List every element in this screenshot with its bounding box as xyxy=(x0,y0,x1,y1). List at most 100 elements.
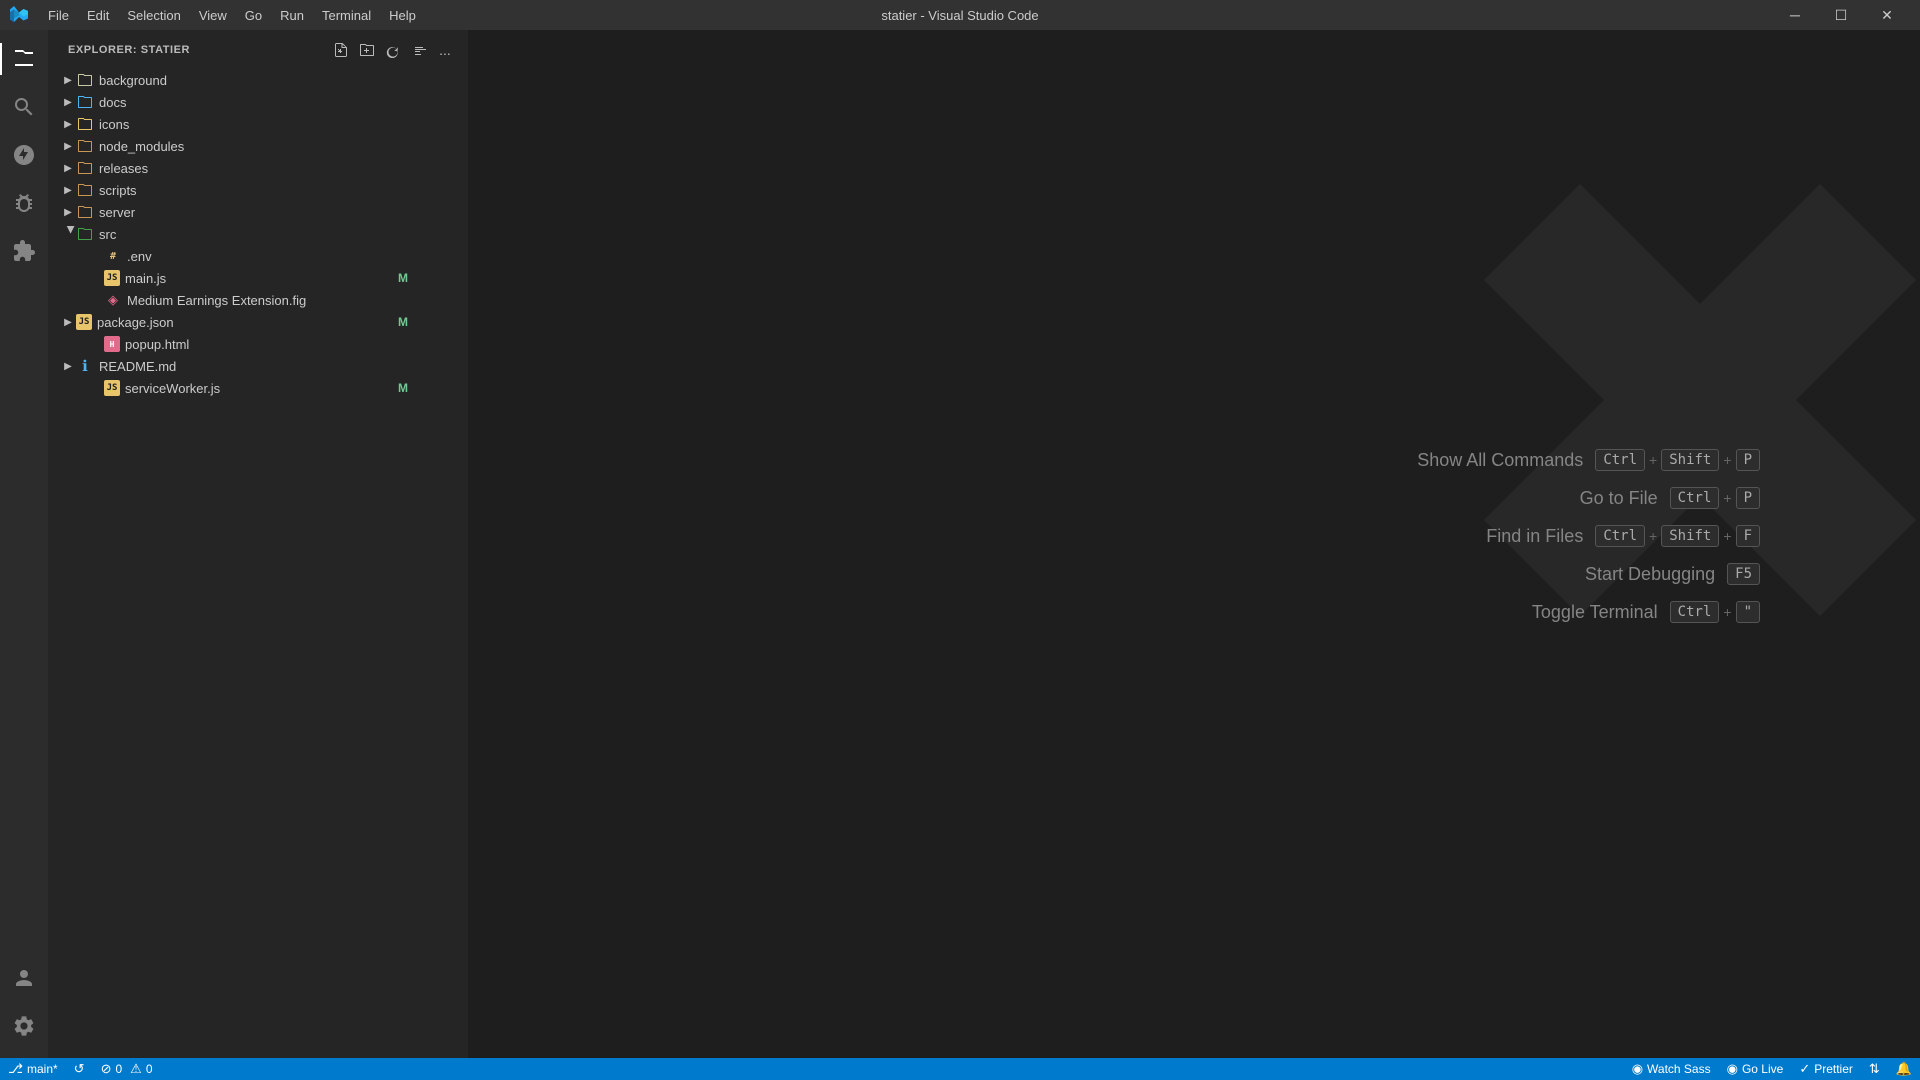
notification-icon: 🔔 xyxy=(1896,1061,1912,1077)
status-branch[interactable]: ⎇ main* xyxy=(0,1058,66,1080)
menu-run[interactable]: Run xyxy=(272,6,312,25)
status-sync[interactable]: ↺ xyxy=(66,1058,93,1080)
shortcut-label: Show All Commands xyxy=(1417,450,1583,471)
tree-item-docs[interactable]: ▶ docs xyxy=(48,91,468,113)
chevron-icon: ▶ xyxy=(60,314,76,330)
menu-go[interactable]: Go xyxy=(237,6,270,25)
tree-item-popuphtml[interactable]: ▶ H popup.html xyxy=(48,333,468,355)
tree-item-mainjs[interactable]: ▶ JS main.js M xyxy=(48,267,468,289)
shortcuts-overlay: Show All Commands Ctrl + Shift + P Go to… xyxy=(468,30,1920,1058)
tree-item-src[interactable]: ▶ src xyxy=(48,223,468,245)
collapse-button[interactable] xyxy=(408,39,430,61)
maximize-button[interactable]: ☐ xyxy=(1818,0,1864,30)
shortcut-keys: Ctrl + P xyxy=(1670,487,1760,509)
activity-bar xyxy=(0,30,48,1058)
key-ctrl: Ctrl xyxy=(1670,487,1720,509)
shortcut-keys: F5 xyxy=(1727,563,1760,585)
statusbar-left: ⎇ main* ↺ ⊘ 0 ⚠ 0 xyxy=(0,1058,161,1080)
folder-icon xyxy=(76,225,94,243)
json-file-icon: JS xyxy=(76,314,92,330)
status-notifications[interactable]: 🔔 xyxy=(1888,1058,1920,1080)
shortcut-label: Go to File xyxy=(1580,488,1658,509)
git-modified-badge: M xyxy=(398,381,408,395)
key-f: F xyxy=(1736,525,1760,547)
status-go-live[interactable]: ◉ Go Live xyxy=(1719,1058,1792,1080)
refresh-button[interactable] xyxy=(382,39,404,61)
more-actions-button[interactable]: ... xyxy=(434,39,456,61)
file-label: server xyxy=(99,205,135,220)
activity-source-control[interactable] xyxy=(0,131,48,179)
activity-settings[interactable] xyxy=(0,1002,48,1050)
menu-view[interactable]: View xyxy=(191,6,235,25)
menu-file[interactable]: File xyxy=(40,6,77,25)
key-plus: + xyxy=(1723,604,1731,620)
chevron-icon: ▶ xyxy=(60,182,76,198)
file-label: scripts xyxy=(99,183,137,198)
menu-items: File Edit Selection View Go Run Terminal… xyxy=(40,6,424,25)
activity-search[interactable] xyxy=(0,83,48,131)
status-encoding[interactable]: ⇅ xyxy=(1861,1058,1888,1080)
key-ctrl: Ctrl xyxy=(1670,601,1720,623)
go-live-icon: ◉ xyxy=(1727,1061,1738,1077)
tree-item-env[interactable]: ▶ # .env xyxy=(48,245,468,267)
menu-selection[interactable]: Selection xyxy=(119,6,188,25)
menu-help[interactable]: Help xyxy=(381,6,424,25)
file-label: main.js xyxy=(125,271,166,286)
tree-item-server[interactable]: ▶ server xyxy=(48,201,468,223)
error-count: 0 xyxy=(115,1062,122,1076)
shortcut-label: Toggle Terminal xyxy=(1532,602,1658,623)
new-folder-button[interactable] xyxy=(356,39,378,61)
activity-extensions[interactable] xyxy=(0,227,48,275)
file-label: releases xyxy=(99,161,148,176)
key-plus: + xyxy=(1649,528,1657,544)
shortcut-label: Start Debugging xyxy=(1585,564,1715,585)
menu-terminal[interactable]: Terminal xyxy=(314,6,379,25)
file-label: src xyxy=(99,227,116,242)
key-f5: F5 xyxy=(1727,563,1760,585)
git-modified-badge: M xyxy=(398,315,408,329)
activity-debug[interactable] xyxy=(0,179,48,227)
window-title: statier - Visual Studio Code xyxy=(881,8,1038,23)
file-label: package.json xyxy=(97,315,174,330)
chevron-icon: ▶ xyxy=(60,138,76,154)
tree-item-packagejson[interactable]: ▶ JS package.json M xyxy=(48,311,468,333)
main-container: EXPLORER: STATIER xyxy=(0,30,1920,1058)
file-label: icons xyxy=(99,117,129,132)
git-modified-badge: M xyxy=(398,271,408,285)
status-prettier[interactable]: ✓ Prettier xyxy=(1791,1058,1861,1080)
menu-edit[interactable]: Edit xyxy=(79,6,117,25)
prettier-label: Prettier xyxy=(1814,1062,1853,1076)
editor-area: Show All Commands Ctrl + Shift + P Go to… xyxy=(468,30,1920,1058)
tree-item-node-modules[interactable]: ▶ node_modules xyxy=(48,135,468,157)
activity-account[interactable] xyxy=(0,954,48,1002)
chevron-icon: ▶ xyxy=(60,226,76,242)
activity-bottom xyxy=(0,954,48,1058)
key-shift: Shift xyxy=(1661,525,1719,547)
tree-item-background[interactable]: ▶ background xyxy=(48,69,468,91)
js-file-icon: JS xyxy=(104,270,120,286)
encoding-icon: ⇅ xyxy=(1869,1061,1880,1077)
warning-icon: ⚠ xyxy=(130,1061,142,1077)
status-errors[interactable]: ⊘ 0 ⚠ 0 xyxy=(93,1058,161,1080)
tree-item-serviceworker[interactable]: ▶ JS serviceWorker.js M xyxy=(48,377,468,399)
tree-item-readme[interactable]: ▶ ℹ README.md xyxy=(48,355,468,377)
folder-icon xyxy=(76,203,94,221)
folder-icon xyxy=(76,115,94,133)
status-watch-sass[interactable]: ◉ Watch Sass xyxy=(1624,1058,1719,1080)
close-button[interactable]: ✕ xyxy=(1864,0,1910,30)
tree-item-icons[interactable]: ▶ icons xyxy=(48,113,468,135)
folder-icon xyxy=(76,93,94,111)
new-file-button[interactable] xyxy=(330,39,352,61)
tree-item-fig[interactable]: ▶ ◈ Medium Earnings Extension.fig xyxy=(48,289,468,311)
folder-icon xyxy=(76,181,94,199)
shortcut-keys: Ctrl + " xyxy=(1670,601,1760,623)
branch-icon: ⎇ xyxy=(8,1061,23,1077)
key-p: P xyxy=(1736,487,1760,509)
key-backtick: " xyxy=(1736,601,1760,623)
activity-explorer[interactable] xyxy=(0,35,48,83)
minimize-button[interactable]: ─ xyxy=(1772,0,1818,30)
tree-item-releases[interactable]: ▶ releases xyxy=(48,157,468,179)
tree-item-scripts[interactable]: ▶ scripts xyxy=(48,179,468,201)
file-label: serviceWorker.js xyxy=(125,381,220,396)
md-file-icon: ℹ xyxy=(76,357,94,375)
